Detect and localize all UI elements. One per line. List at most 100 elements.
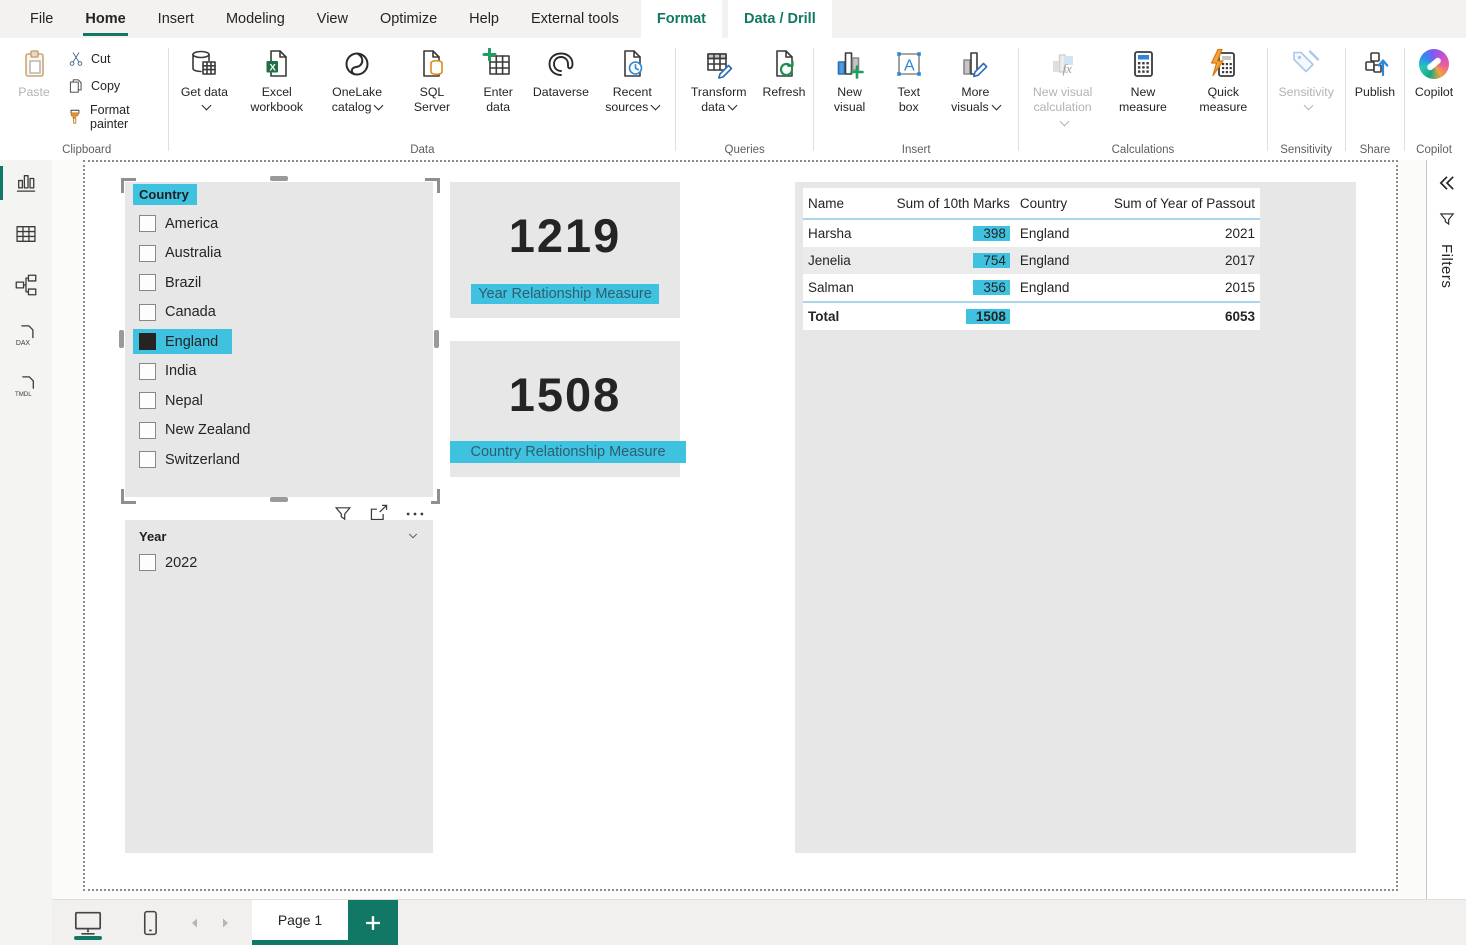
ribbon-button-publish[interactable]: Publish <box>1349 42 1401 101</box>
filters-pane-label[interactable]: Filters <box>1438 244 1455 288</box>
menu-tab-external-tools[interactable]: External tools <box>515 0 635 38</box>
menu-tab-data-drill[interactable]: Data / Drill <box>728 0 832 38</box>
column-header-name[interactable]: Name <box>803 196 874 211</box>
ribbon-button-new-measure[interactable]: New measure <box>1103 42 1183 117</box>
selection-handle[interactable] <box>270 176 288 181</box>
scissors-icon <box>66 49 85 68</box>
checkbox[interactable] <box>139 451 156 468</box>
checkbox[interactable] <box>139 554 156 571</box>
menu-tab-insert[interactable]: Insert <box>142 0 210 38</box>
selection-handle[interactable] <box>119 330 124 348</box>
ribbon-button-copilot[interactable]: Copilot <box>1408 42 1460 101</box>
year-slicer-visual[interactable]: Year 2022 <box>125 520 433 853</box>
column-header-country[interactable]: Country <box>1015 196 1095 211</box>
ribbon-button-new-visual-calculation[interactable]: fxNew visual calculation <box>1022 42 1102 132</box>
selection-handle[interactable] <box>270 497 288 502</box>
slicer-title: Year <box>139 529 166 544</box>
checkbox[interactable] <box>139 215 156 232</box>
country-relationship-card[interactable]: 1508 Country Relationship Measure <box>450 341 680 477</box>
selection-handle[interactable] <box>434 330 439 348</box>
sidebar-report-view[interactable] <box>0 160 52 206</box>
table-cell: 754 <box>874 253 1015 268</box>
checkbox[interactable] <box>139 274 156 291</box>
checkbox[interactable] <box>139 392 156 409</box>
ribbon-button-transform-data[interactable]: Transform data <box>679 42 758 117</box>
slicer-item-brazil[interactable]: Brazil <box>139 268 433 298</box>
ribbon-button-sensitivity[interactable]: Sensitivity <box>1270 42 1341 117</box>
selection-handle[interactable] <box>121 489 136 504</box>
new-measure-icon <box>1126 47 1160 81</box>
slicer-item-2022[interactable]: 2022 <box>139 548 433 578</box>
sidebar-dax-query-view[interactable]: DAX <box>0 313 52 359</box>
slicer-item-australia[interactable]: Australia <box>139 239 433 269</box>
slicer-item-canada[interactable]: Canada <box>139 298 433 328</box>
selection-handle[interactable] <box>425 178 440 193</box>
sidebar-model-view[interactable] <box>0 262 52 308</box>
monitor-icon <box>73 908 103 938</box>
table-row-salman[interactable]: Salman356England2015 <box>803 274 1260 301</box>
expand-pane-icon[interactable] <box>1436 172 1458 194</box>
ribbon-button-text-box[interactable]: A Text box <box>882 42 935 117</box>
slicer-item-america[interactable]: America <box>139 209 433 239</box>
checkbox[interactable] <box>139 333 156 350</box>
menu-tab-help[interactable]: Help <box>453 0 515 38</box>
ribbon-button-new-visual[interactable]: New visual <box>817 42 882 117</box>
column-header-sum-of-year-of-passout[interactable]: Sum of Year of Passout <box>1095 196 1260 211</box>
ribbon-button-get-data[interactable]: Get data <box>172 42 236 117</box>
menu-tab-modeling[interactable]: Modeling <box>210 0 301 38</box>
country-slicer-visual[interactable]: CountryAmericaAustraliaBrazilCanadaEngla… <box>125 182 433 497</box>
menu-tab-home[interactable]: Home <box>69 0 141 38</box>
dropdown-chevron-icon <box>991 101 1001 111</box>
ribbon-button-onelake-catalog[interactable]: OneLake catalog <box>317 42 397 117</box>
ribbon-button-sql-server[interactable]: SQL Server <box>397 42 466 117</box>
ribbon-button-label: Paste <box>18 85 49 100</box>
year-relationship-card[interactable]: 1219 Year Relationship Measure <box>450 182 680 318</box>
previous-page-button[interactable] <box>180 900 210 945</box>
new-page-button[interactable] <box>348 900 398 945</box>
selection-handle[interactable] <box>121 178 136 193</box>
menu-tab-view[interactable]: View <box>301 0 364 38</box>
desktop-view-button[interactable] <box>66 900 110 945</box>
sidebar-tmdl-view[interactable]: TMDL <box>0 364 52 410</box>
table-row-jenelia[interactable]: Jenelia754England2017 <box>803 247 1260 274</box>
menu-tab-file[interactable]: File <box>14 0 69 38</box>
ribbon-button-copy[interactable]: Copy <box>62 72 165 99</box>
ribbon-button-label: More visuals <box>941 85 1009 116</box>
slicer-item-nepal[interactable]: Nepal <box>139 386 433 416</box>
column-header-sum-of-10th-marks[interactable]: Sum of 10th Marks <box>874 196 1015 211</box>
ribbon-group-calculations: fxNew visual calculation New measure Qui… <box>1020 40 1265 161</box>
marks-table-visual[interactable]: NameSum of 10th MarksCountrySum of Year … <box>795 182 1356 853</box>
ribbon-button-cut[interactable]: Cut <box>62 45 165 72</box>
ribbon-button-recent-sources[interactable]: Recent sources <box>592 42 672 117</box>
ribbon-button-more-visuals[interactable]: More visuals <box>935 42 1015 117</box>
ribbon-button-enter-data[interactable]: Enter data <box>467 42 530 117</box>
svg-text:A: A <box>904 58 915 75</box>
slicer-item-india[interactable]: India <box>139 357 433 387</box>
ribbon-button-quick-measure[interactable]: Quick measure <box>1183 42 1263 117</box>
slicer-item-inner: India <box>133 359 210 384</box>
ribbon-button-refresh[interactable]: Refresh <box>758 42 810 101</box>
ribbon-button-format-painter[interactable]: Format painter <box>62 99 165 135</box>
ribbon-group-share: PublishShare <box>1347 40 1403 161</box>
page-tab[interactable]: Page 1 <box>252 900 348 945</box>
checkbox[interactable] <box>139 245 156 262</box>
clipboard-icon <box>17 47 51 81</box>
ribbon-button-dataverse[interactable]: Dataverse <box>530 42 592 101</box>
checkbox[interactable] <box>139 363 156 380</box>
table-row-harsha[interactable]: Harsha398England2021 <box>803 220 1260 247</box>
filter-icon[interactable] <box>1438 210 1456 228</box>
mobile-view-button[interactable] <box>128 900 172 945</box>
sidebar-table-view[interactable] <box>0 211 52 257</box>
checkbox[interactable] <box>139 304 156 321</box>
next-page-button[interactable] <box>210 900 240 945</box>
checkbox[interactable] <box>139 422 156 439</box>
slicer-item-switzerland[interactable]: Switzerland <box>139 445 433 475</box>
new-visual-calculation-icon: fx <box>1046 47 1080 81</box>
menu-tab-optimize[interactable]: Optimize <box>364 0 453 38</box>
ribbon-button-excel-workbook[interactable]: XExcel workbook <box>237 42 317 117</box>
menu-tab-format[interactable]: Format <box>641 0 722 38</box>
slicer-item-new-zealand[interactable]: New Zealand <box>139 416 433 446</box>
ribbon-button-paste[interactable]: Paste <box>8 42 60 101</box>
slicer-item-england[interactable]: England <box>139 327 433 357</box>
chevron-down-icon[interactable] <box>405 528 421 544</box>
